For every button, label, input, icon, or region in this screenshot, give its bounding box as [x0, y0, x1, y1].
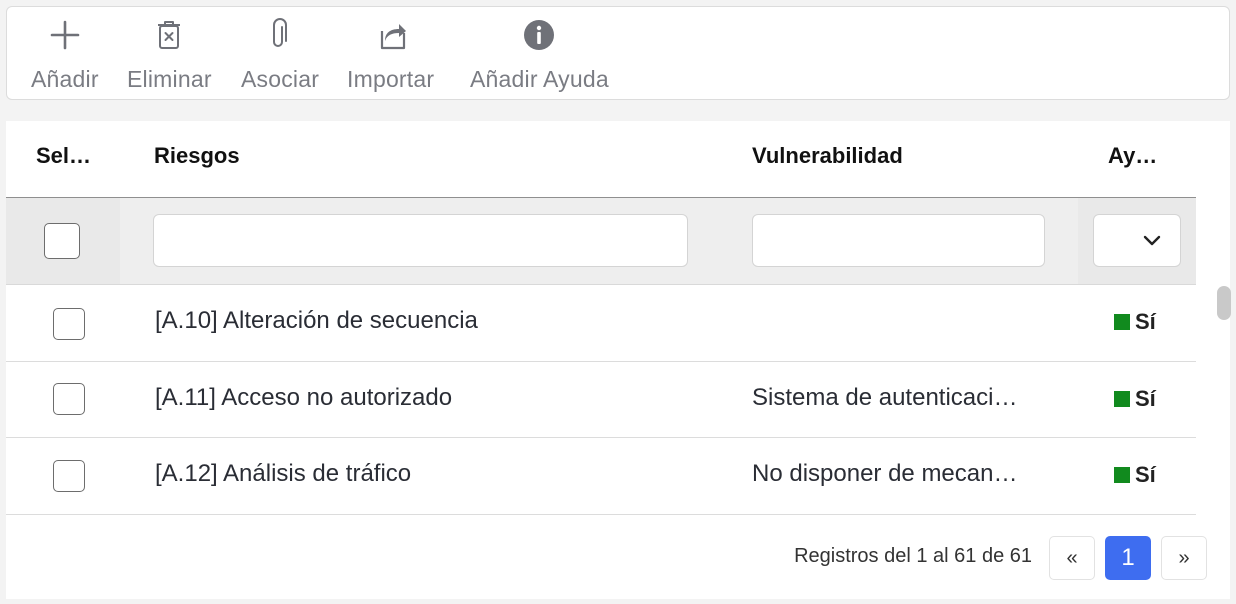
help-value: Sí — [1135, 386, 1156, 411]
pager-prev-button[interactable]: « — [1049, 536, 1095, 580]
help-value: Sí — [1135, 462, 1156, 487]
add-label: Añadir — [31, 66, 99, 92]
status-square — [1114, 467, 1130, 483]
status-square — [1114, 314, 1130, 330]
help-cell: Sí — [1114, 309, 1156, 335]
info-icon — [524, 20, 555, 50]
add-button[interactable]: Añadir — [31, 17, 99, 93]
help-cell: Sí — [1114, 462, 1156, 488]
row-checkbox[interactable] — [53, 460, 85, 492]
toolbar: Añadir Eliminar Asociar Importar Añadir … — [6, 6, 1230, 100]
column-header-select[interactable]: Sel… — [36, 143, 91, 169]
row-checkbox[interactable] — [53, 308, 85, 340]
add-help-label: Añadir Ayuda — [470, 66, 609, 92]
risk-cell: [A.10] Alteración de secuencia — [155, 307, 478, 334]
help-filter-dropdown[interactable] — [1093, 214, 1181, 267]
share-icon — [380, 24, 406, 50]
delete-button[interactable]: Eliminar — [127, 17, 212, 93]
risks-grid: Sel… Riesgos Vulnerabilidad Ay… [A.10] A… — [6, 121, 1231, 599]
vulnerability-cell: Sistema de autenticaci… — [752, 384, 1018, 411]
pager-next-button[interactable]: » — [1161, 536, 1207, 580]
trash-icon — [158, 21, 181, 49]
chevron-down-icon — [1143, 235, 1161, 246]
grid-header: Sel… Riesgos Vulnerabilidad Ay… — [6, 121, 1196, 198]
plus-icon — [50, 20, 80, 50]
delete-label: Eliminar — [127, 66, 212, 92]
vulnerability-cell: No disponer de mecan… — [752, 460, 1018, 487]
help-value: Sí — [1135, 309, 1156, 334]
risk-cell: [A.11] Acceso no autorizado — [155, 384, 453, 411]
pager-page-button[interactable]: 1 — [1105, 536, 1151, 580]
paperclip-icon — [273, 18, 288, 47]
associate-button[interactable]: Asociar — [241, 17, 319, 93]
column-header-risks[interactable]: Riesgos — [154, 143, 240, 169]
import-button[interactable]: Importar — [347, 17, 434, 93]
help-cell: Sí — [1114, 386, 1156, 412]
filter-row — [6, 198, 1196, 285]
add-help-button[interactable]: Añadir Ayuda — [470, 17, 609, 93]
select-all-checkbox[interactable] — [44, 223, 80, 259]
table-row[interactable]: [A.10] Alteración de secuencia Sí — [6, 285, 1196, 362]
column-header-vulnerability[interactable]: Vulnerabilidad — [752, 143, 903, 169]
pager-info: Registros del 1 al 61 de 61 — [794, 545, 1032, 567]
risk-cell: [A.12] Análisis de tráfico — [155, 460, 412, 487]
risks-filter-input[interactable] — [153, 214, 688, 267]
vulnerability-filter-input[interactable] — [752, 214, 1045, 267]
import-label: Importar — [347, 66, 435, 92]
status-square — [1114, 391, 1130, 407]
row-checkbox[interactable] — [53, 383, 85, 415]
associate-label: Asociar — [241, 66, 320, 92]
column-header-help[interactable]: Ay… — [1108, 143, 1157, 169]
table-row[interactable]: [A.11] Acceso no autorizado Sistema de a… — [6, 362, 1196, 438]
vertical-scrollbar[interactable] — [1217, 286, 1231, 320]
table-row[interactable]: [A.12] Análisis de tráfico No disponer d… — [6, 438, 1196, 515]
